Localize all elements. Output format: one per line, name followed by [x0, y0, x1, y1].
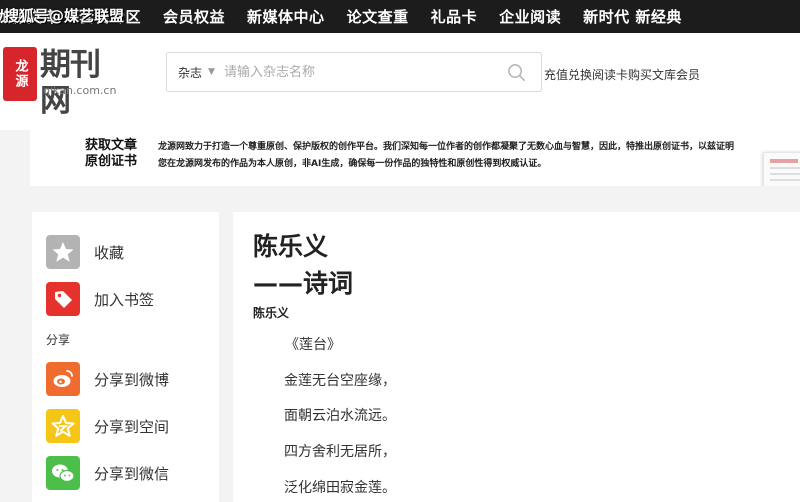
nav-item-member[interactable]: 会员权益: [163, 6, 225, 27]
poem-line: 金莲无台空座缘，: [284, 373, 396, 389]
certificate-preview-header: [770, 159, 798, 163]
header-links[interactable]: 充值兑换阅读卡购买文库会员: [544, 66, 700, 83]
nav-item-new-media[interactable]: 新媒体中心: [247, 6, 325, 27]
star-icon: [46, 235, 80, 269]
nav-item-wenku[interactable]: 龙源文库: [0, 6, 58, 27]
logo-domain: qikan.com.cn: [43, 84, 117, 97]
poem-line: 面朝云泊水流远。: [284, 408, 396, 424]
favorite-label: 收藏: [94, 243, 125, 262]
share-wechat-label: 分享到微信: [94, 464, 170, 483]
certificate-banner[interactable]: 获取文章原创证书 龙源网致力于打造一个尊重原创、保护版权的创作平台。我们深知每一…: [30, 130, 800, 186]
certificate-preview-line: [770, 167, 800, 169]
poem-line: 四方舍利无居所，: [284, 444, 396, 460]
article-title: 陈乐义 ——诗词: [253, 228, 353, 302]
share-qzone-label: 分享到空间: [94, 417, 170, 436]
logo-seal: 龙源: [3, 47, 37, 101]
bookmark-label: 加入书签: [94, 290, 155, 309]
search-category-select[interactable]: 杂志: [178, 64, 202, 81]
banner-title-text: 获取文章原创证书: [85, 138, 138, 169]
nav-item-new-era[interactable]: 新时代 新经典: [583, 6, 682, 27]
nav-item-enterprise[interactable]: 企业阅读: [499, 6, 561, 27]
search-icon[interactable]: [507, 63, 526, 82]
site-logo[interactable]: 龙源 期刊网 qikan.com.cn: [3, 47, 116, 119]
share-qzone-button[interactable]: 分享到空间: [46, 409, 169, 443]
nav-item-gift-card[interactable]: 礼品卡: [431, 6, 478, 27]
banner-title: 获取文章原创证书: [85, 138, 149, 170]
share-wechat-button[interactable]: 分享到微信: [46, 456, 169, 490]
search-input[interactable]: [223, 64, 494, 80]
weibo-icon: [46, 362, 80, 396]
poem-title: 《莲台》: [285, 337, 341, 353]
certificate-preview-line: [770, 173, 800, 175]
chevron-down-icon[interactable]: ▼: [208, 67, 215, 77]
article-title-line: ——诗词: [253, 269, 354, 298]
favorite-button[interactable]: 收藏: [46, 235, 124, 269]
share-weibo-label: 分享到微博: [94, 370, 170, 389]
logo-brand: 期刊网: [40, 47, 101, 119]
site-header: 龙源 期刊网 qikan.com.cn 杂志 ▼ 充值兑换阅读卡购买文库会员: [0, 33, 800, 130]
poem-line: 泛化绵田寂金莲。: [284, 480, 396, 496]
nav-item-packages[interactable]: 套餐专区: [79, 6, 141, 27]
article-content: 陈乐义 ——诗词 陈乐义 《莲台》 金莲无台空座缘， 面朝云泊水流远。 四方舍利…: [233, 212, 800, 502]
share-section-label: 分享: [46, 333, 71, 347]
wechat-icon: [46, 456, 80, 490]
nav-item-plagiarism-check[interactable]: 论文查重: [347, 6, 409, 27]
tag-icon: [46, 282, 80, 316]
certificate-preview: [763, 152, 800, 186]
share-weibo-button[interactable]: 分享到微博: [46, 362, 169, 396]
qzone-star-icon: [46, 409, 80, 443]
article-author: 陈乐义: [253, 306, 290, 320]
article-title-line: 陈乐义: [253, 232, 329, 261]
page: 龙源文库 套餐专区 会员权益 新媒体中心 论文查重 礼品卡 企业阅读 新时代 新…: [0, 0, 800, 502]
top-nav: 龙源文库 套餐专区 会员权益 新媒体中心 论文查重 礼品卡 企业阅读 新时代 新…: [0, 0, 800, 33]
banner-text: 龙源网致力于打造一个尊重原创、保护版权的创作平台。我们深知每一位作者的创作都凝聚…: [158, 142, 735, 169]
certificate-preview-line: [770, 179, 800, 181]
action-sidebar: 收藏 加入书签 分享 分享到微博 分享到空间 分享到微信: [32, 212, 219, 502]
search-box: 杂志 ▼: [166, 52, 542, 92]
bookmark-button[interactable]: 加入书签: [46, 282, 154, 316]
